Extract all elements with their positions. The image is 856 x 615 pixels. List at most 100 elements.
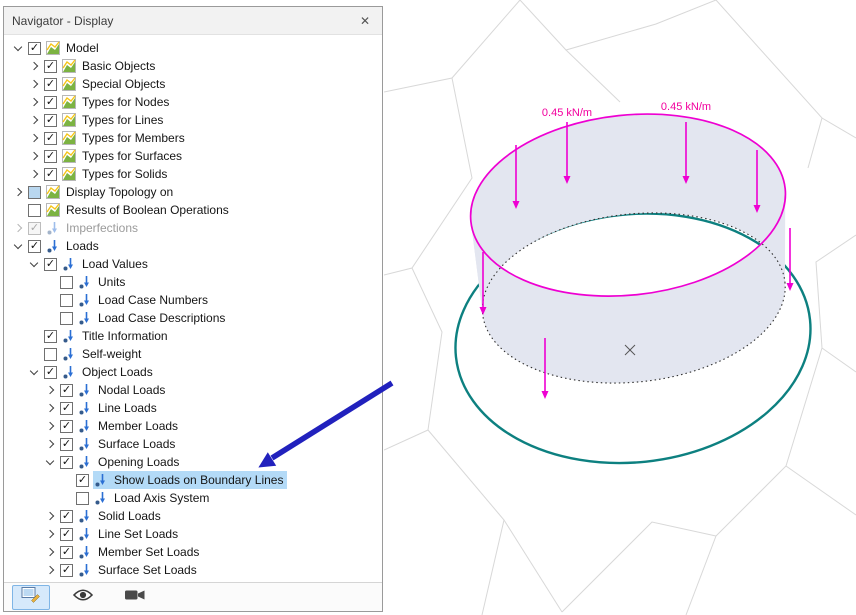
panel-titlebar[interactable]: Navigator - Display ✕	[4, 7, 382, 35]
visibility-checkbox[interactable]: ✓	[44, 60, 57, 73]
chevron-right-icon[interactable]	[42, 387, 58, 393]
tree-item-types-for-solids[interactable]: ✓Types for Solids	[4, 165, 382, 183]
tree-item-imperfections[interactable]: ✓Imperfections	[4, 219, 382, 237]
chevron-right-icon[interactable]	[42, 405, 58, 411]
chevron-down-icon[interactable]	[26, 370, 42, 374]
visibility-checkbox[interactable]: ✓	[76, 474, 89, 487]
tree-item-self-weight[interactable]: Self-weight	[4, 345, 382, 363]
chevron-right-icon[interactable]	[42, 513, 58, 519]
chevron-right-icon[interactable]	[10, 189, 26, 195]
tree-item-load-values[interactable]: ✓ Load Values	[4, 255, 382, 273]
tree-item-model[interactable]: ✓Model	[4, 39, 382, 57]
display-navigator-icon	[21, 586, 41, 608]
tree-item-label: Title Information	[82, 329, 168, 343]
tree-item-label: Self-weight	[82, 347, 141, 361]
tree-item-show-loads-on-boundary-lines[interactable]: ✓Show Loads on Boundary Lines	[4, 471, 382, 489]
tree-item-nodal-loads[interactable]: ✓Nodal Loads	[4, 381, 382, 399]
tree-item-results-of-boolean-operations[interactable]: Results of Boolean Operations	[4, 201, 382, 219]
chevron-right-icon[interactable]	[42, 423, 58, 429]
visibility-checkbox[interactable]: ✓	[60, 528, 73, 541]
visibility-checkbox[interactable]: ✓	[60, 384, 73, 397]
tree-item-load-axis-system[interactable]: Load Axis System	[4, 489, 382, 507]
chevron-down-icon[interactable]	[42, 460, 58, 464]
eye-icon	[72, 588, 94, 607]
tree-item-label: Special Objects	[82, 77, 165, 91]
chevron-right-icon[interactable]	[42, 441, 58, 447]
tree-item-line-loads[interactable]: ✓Line Loads	[4, 399, 382, 417]
visibility-checkbox[interactable]: ✓	[44, 150, 57, 163]
tree-item-surface-set-loads[interactable]: ✓Surface Set Loads	[4, 561, 382, 579]
tree-item-types-for-lines[interactable]: ✓ Types for Lines	[4, 111, 382, 129]
tab-views-navigator[interactable]	[64, 585, 102, 610]
chevron-right-icon[interactable]	[26, 153, 42, 159]
visibility-checkbox[interactable]	[44, 348, 57, 361]
chevron-right-icon[interactable]	[42, 549, 58, 555]
chevron-down-icon[interactable]	[26, 262, 42, 266]
chevron-right-icon[interactable]	[26, 99, 42, 105]
tree-item-special-objects[interactable]: ✓ Special Objects	[4, 75, 382, 93]
tree-item-solid-loads[interactable]: ✓Solid Loads	[4, 507, 382, 525]
visibility-checkbox[interactable]	[60, 312, 73, 325]
close-icon[interactable]: ✕	[356, 12, 374, 30]
item-body: Load Values	[61, 255, 152, 273]
chevron-right-icon[interactable]	[26, 171, 42, 177]
tab-camera-navigator[interactable]	[116, 585, 154, 610]
visibility-checkbox[interactable]: ✓	[44, 78, 57, 91]
visibility-checkbox[interactable]: ✓	[60, 546, 73, 559]
chevron-right-icon[interactable]	[26, 117, 42, 123]
visibility-checkbox[interactable]	[76, 492, 89, 505]
chevron-right-icon[interactable]	[26, 63, 42, 69]
visibility-checkbox[interactable]	[28, 204, 41, 217]
visibility-checkbox[interactable]: ✓	[60, 456, 73, 469]
tree-item-load-case-numbers[interactable]: Load Case Numbers	[4, 291, 382, 309]
load-arrow-icon	[78, 419, 93, 433]
tree-item-display-topology-on[interactable]: Display Topology on	[4, 183, 382, 201]
tree-item-surface-loads[interactable]: ✓ Surface Loads	[4, 435, 382, 453]
visibility-checkbox[interactable]	[60, 294, 73, 307]
tree-item-units[interactable]: Units	[4, 273, 382, 291]
visibility-checkbox[interactable]: ✓	[44, 114, 57, 127]
tree-item-types-for-surfaces[interactable]: ✓Types for Surfaces	[4, 147, 382, 165]
visibility-checkbox[interactable]: ✓	[28, 42, 41, 55]
visibility-checkbox[interactable]: ✓	[60, 510, 73, 523]
tree-item-label: Surface Loads	[98, 437, 175, 451]
visibility-checkbox[interactable]: ✓	[28, 240, 41, 253]
item-body: Display Topology on	[45, 183, 177, 201]
chevron-right-icon[interactable]	[10, 225, 26, 231]
tree-item-label: Results of Boolean Operations	[66, 203, 229, 217]
tree-item-line-set-loads[interactable]: ✓Line Set Loads	[4, 525, 382, 543]
chevron-right-icon[interactable]	[42, 567, 58, 573]
chevron-right-icon[interactable]	[42, 531, 58, 537]
tree-item-loads[interactable]: ✓Loads	[4, 237, 382, 255]
visibility-checkbox[interactable]: ✓	[44, 366, 57, 379]
tree-item-object-loads[interactable]: ✓Object Loads	[4, 363, 382, 381]
chevron-right-icon[interactable]	[26, 81, 42, 87]
chevron-down-icon[interactable]	[10, 46, 26, 50]
tree-item-opening-loads[interactable]: ✓Opening Loads	[4, 453, 382, 471]
chevron-down-icon[interactable]	[10, 244, 26, 248]
visibility-checkbox[interactable]: ✓	[60, 564, 73, 577]
tree-item-member-loads[interactable]: ✓ Member Loads	[4, 417, 382, 435]
visibility-checkbox[interactable]: ✓	[28, 222, 41, 235]
tree-item-title-information[interactable]: ✓ Title Information	[4, 327, 382, 345]
tree-item-basic-objects[interactable]: ✓Basic Objects	[4, 57, 382, 75]
visibility-checkbox[interactable]: ✓	[60, 402, 73, 415]
tree-item-label: Member Loads	[98, 419, 178, 433]
visibility-checkbox[interactable]: ✓	[60, 420, 73, 433]
tab-display-navigator[interactable]	[12, 585, 50, 610]
visibility-checkbox[interactable]: ✓	[44, 258, 57, 271]
visibility-checkbox[interactable]: ✓	[44, 168, 57, 181]
visibility-checkbox[interactable]: ✓	[44, 132, 57, 145]
tree-item-types-for-members[interactable]: ✓Types for Members	[4, 129, 382, 147]
model-viewport[interactable]: 0.45 kN/m 0.45 kN/m	[384, 0, 856, 615]
visibility-checkbox[interactable]: ✓	[44, 330, 57, 343]
tree-item-label: Types for Lines	[82, 113, 163, 127]
visibility-checkbox[interactable]: ✓	[44, 96, 57, 109]
visibility-checkbox[interactable]	[60, 276, 73, 289]
tree-item-member-set-loads[interactable]: ✓Member Set Loads	[4, 543, 382, 561]
tree-item-load-case-descriptions[interactable]: Load Case Descriptions	[4, 309, 382, 327]
visibility-checkbox[interactable]: ✓	[60, 438, 73, 451]
visibility-checkbox[interactable]	[28, 186, 41, 199]
tree-item-types-for-nodes[interactable]: ✓Types for Nodes	[4, 93, 382, 111]
chevron-right-icon[interactable]	[26, 135, 42, 141]
